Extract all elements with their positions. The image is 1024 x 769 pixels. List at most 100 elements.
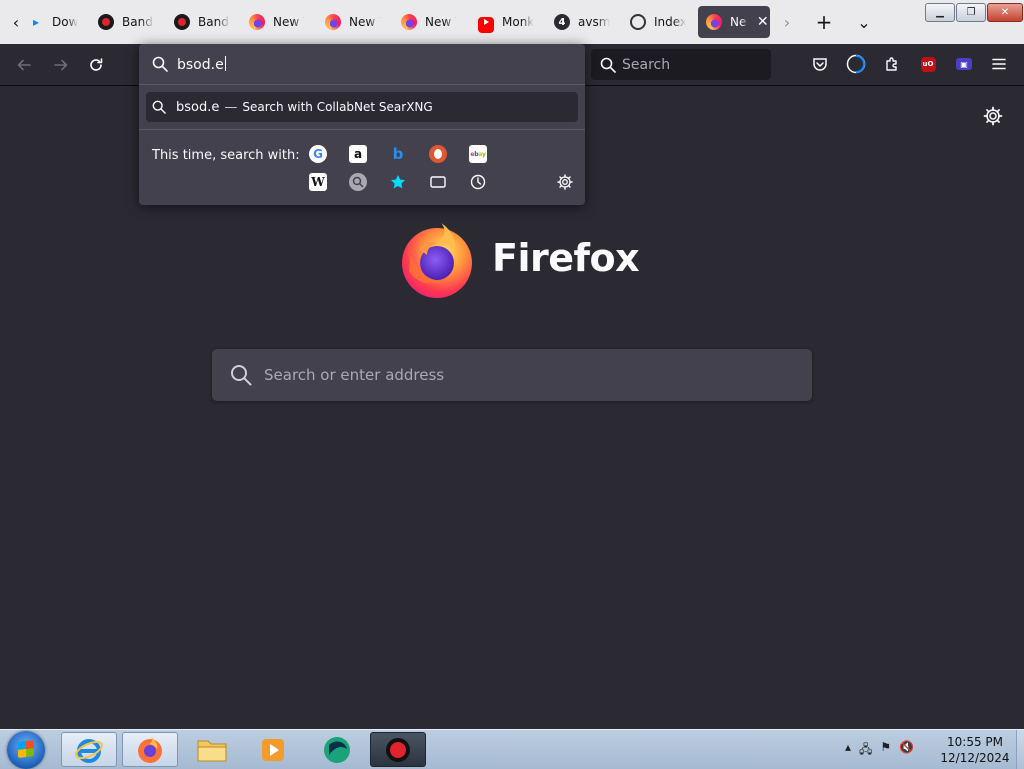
tab-downloads[interactable]: ▸ Down: [28, 6, 78, 38]
ublock-origin-button[interactable]: uO: [917, 53, 939, 75]
google-engine-icon[interactable]: G: [309, 145, 327, 163]
clock-date: 12/12/2024: [940, 751, 1010, 765]
start-button[interactable]: [7, 731, 45, 769]
tab-avsme[interactable]: 4 avsme: [554, 6, 610, 38]
new-tab-button[interactable]: +: [810, 6, 838, 38]
tab-title: New T: [425, 15, 457, 29]
windows-taskbar: ▴ 🖧 ⚑ 🔇 10:55 PM 12/12/2024: [0, 729, 1024, 769]
network-icon[interactable]: 🖧: [859, 740, 872, 761]
close-tab-icon[interactable]: ✕: [755, 14, 770, 30]
firefox-icon: [401, 14, 417, 30]
firefox-icon: [138, 736, 162, 763]
extension-badge-button[interactable]: ▣: [953, 53, 975, 75]
firefox-icon: [249, 14, 265, 30]
taskbar-browser-app[interactable]: [309, 732, 365, 767]
chevron-down-icon: ⌄: [857, 12, 871, 32]
account-circle-icon: [846, 54, 866, 74]
show-hidden-icons-icon[interactable]: ▴: [845, 740, 851, 761]
tab-new-tab-3[interactable]: New T: [401, 6, 457, 38]
tab-title: Ne: [730, 15, 747, 29]
search-bar-placeholder: Search: [622, 56, 671, 73]
tab-title: Down: [52, 15, 78, 29]
amazon-engine-icon[interactable]: a: [349, 145, 367, 163]
firefox-icon: [706, 14, 722, 30]
minimize-button[interactable]: ▁: [925, 3, 955, 22]
taskbar-bandicam[interactable]: [370, 732, 426, 767]
clock-time: 10:55 PM: [947, 735, 1003, 749]
search-suggestion-row[interactable]: bsod.e — Search with CollabNet SearXNG: [146, 92, 578, 122]
volume-muted-icon[interactable]: 🔇: [899, 740, 914, 761]
tab-bandicam-1[interactable]: Bandi: [98, 6, 154, 38]
tab-title: New T: [349, 15, 381, 29]
reload-button[interactable]: [81, 50, 111, 80]
folder-icon: [197, 740, 227, 761]
taskbar-internet-explorer[interactable]: [61, 732, 117, 767]
tab-title: avsme: [578, 15, 610, 29]
wikipedia-engine-icon[interactable]: W: [309, 173, 327, 191]
restore-icon: ❐: [966, 7, 976, 18]
bing-engine-icon[interactable]: b: [389, 145, 407, 163]
urlbar-input[interactable]: bsod.e: [139, 44, 585, 85]
search-settings-gear-icon[interactable]: [556, 173, 574, 191]
ublock-icon: uO: [920, 56, 936, 72]
tab-scroll-left-button[interactable]: ‹: [2, 6, 30, 38]
tab-new-tab-1[interactable]: New T: [249, 6, 305, 38]
divider: [139, 129, 585, 130]
urlbar-value: bsod.e: [177, 56, 224, 73]
media-player-icon: [262, 738, 284, 761]
github-icon: [630, 14, 646, 30]
close-window-button[interactable]: ✕: [987, 3, 1023, 22]
record-icon: [386, 737, 410, 762]
forward-arrow-icon: [54, 59, 68, 71]
suggestion-action: Search with CollabNet SearXNG: [242, 100, 433, 114]
internet-explorer-icon: [75, 738, 103, 763]
tab-bandicam-2[interactable]: Bandi: [174, 6, 230, 38]
tab-youtube[interactable]: Monk: [478, 6, 534, 38]
download-icon: ▸: [32, 15, 40, 29]
taskbar-file-explorer[interactable]: [184, 732, 240, 767]
newtab-search-box[interactable]: Search or enter address: [212, 349, 812, 401]
newtab-settings-gear-icon[interactable]: [983, 106, 1003, 126]
search-icon: [152, 56, 168, 72]
hamburger-menu-icon: [992, 58, 1006, 70]
ebay-engine-icon[interactable]: ebay: [469, 145, 487, 163]
back-button[interactable]: [9, 50, 39, 80]
tab-scroll-right-button[interactable]: ›: [773, 6, 801, 38]
searxng-engine-icon[interactable]: [349, 173, 367, 191]
search-icon: [231, 365, 252, 386]
bandicam-icon: [98, 14, 114, 30]
close-icon: ✕: [1000, 7, 1010, 18]
app-menu-button[interactable]: [988, 53, 1010, 75]
reload-icon: [90, 58, 103, 71]
tab-title: Bandi: [122, 15, 154, 29]
pocket-button[interactable]: [809, 53, 831, 75]
tab-index[interactable]: Index: [630, 6, 686, 38]
list-all-tabs-button[interactable]: ⌄: [850, 6, 878, 38]
tabs-icon[interactable]: [429, 173, 447, 191]
extensions-button[interactable]: [881, 53, 903, 75]
history-clock-icon[interactable]: [469, 173, 487, 191]
show-desktop-button[interactable]: [1016, 730, 1024, 769]
firefox-view-button[interactable]: [845, 53, 867, 75]
tab-active-new-tab[interactable]: Ne ✕: [698, 6, 770, 38]
restore-button[interactable]: ❐: [956, 3, 986, 22]
system-clock[interactable]: 10:55 PM 12/12/2024: [940, 734, 1010, 766]
globe-app-icon: [324, 736, 350, 763]
bookmarks-star-icon[interactable]: [389, 173, 407, 191]
chevron-left-icon: ‹: [12, 12, 20, 32]
taskbar-firefox[interactable]: [122, 732, 178, 767]
forward-button[interactable]: [46, 50, 76, 80]
tab-title: Bandi: [198, 15, 230, 29]
tab-title: New T: [273, 15, 305, 29]
search-bar[interactable]: Search: [591, 49, 771, 80]
action-center-flag-icon[interactable]: ⚑: [880, 740, 891, 761]
firefox-logo-icon: [402, 223, 472, 298]
tab-new-tab-2[interactable]: New T: [325, 6, 381, 38]
pocket-icon: [813, 58, 827, 71]
newtab-search-placeholder: Search or enter address: [264, 366, 445, 384]
taskbar-media-player[interactable]: [245, 732, 301, 767]
duckduckgo-engine-icon[interactable]: [429, 145, 447, 163]
firefox-icon: [325, 14, 341, 30]
one-off-search-label: This time, search with:: [152, 148, 300, 163]
system-tray: ▴ 🖧 ⚑ 🔇: [845, 740, 914, 761]
